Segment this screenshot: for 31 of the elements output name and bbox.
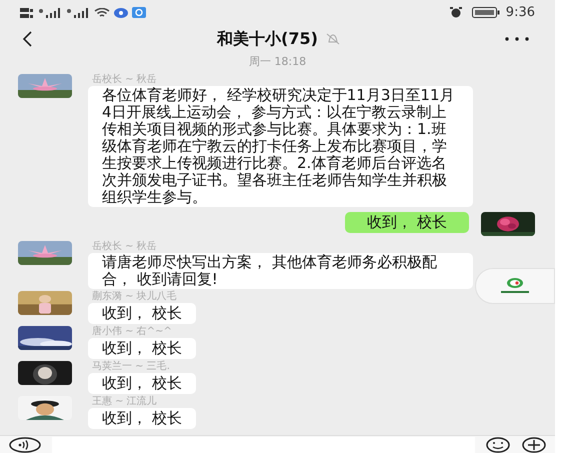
timestamp: 周一 18:18 <box>248 54 306 70</box>
more-icon[interactable] <box>505 36 529 40</box>
plus-icon[interactable] <box>521 436 547 452</box>
message-bubble: 各位体育老师好， 经学校研究决定于11月3日至11月4日开展线上运动会， 参与方式：以在宁教云录制上传相关项目视频的形式参与比赛。具体要求为：1.班级体育老师在宁教云的打卡任务上发布比赛项目，学生按要求上传视频进行比赛。2.体育老师后台评选名次并颁发电子证书。望各班主任老师告知学生并积极组织学生参与。 <box>88 86 473 207</box>
message-bubble: 收到， 校长 <box>88 338 196 359</box>
message-bubble: 请唐老师尽快写出方案， 其他体育老师务必积极配合， 收到请回复! <box>88 253 473 289</box>
sender-name: 唐小伟 ~ 右^~^ <box>92 326 173 337</box>
message-bubble: 收到， 校长 <box>88 373 196 394</box>
sim-icon <box>20 8 34 18</box>
sender-name: 王惠 ~ 江流儿 <box>92 396 158 407</box>
chat-title: 和美十小(75) <box>217 28 318 50</box>
battery-icon <box>472 7 500 18</box>
sender-name: 蒯东漪 ~ 块儿八毛 <box>92 291 178 302</box>
logo-icon[interactable] <box>498 276 532 296</box>
emoji-icon[interactable] <box>485 436 511 452</box>
wifi-icon <box>94 8 110 18</box>
message-bubble: 收到， 校长 <box>88 303 196 324</box>
signal-icon <box>66 8 90 18</box>
sender-name: 马荚兰一 ~ 三毛. <box>92 361 171 372</box>
message-bubble: 收到， 校长 <box>345 212 469 233</box>
app-icon <box>114 8 128 18</box>
clock-time: 9:36 <box>506 4 535 22</box>
message-bubble: 收到， 校长 <box>88 408 196 429</box>
sender-name: 岳校长 ~ 秋岳 <box>92 74 158 85</box>
signal-icon <box>38 8 62 18</box>
message-input[interactable] <box>52 436 475 452</box>
app-icon <box>132 7 146 18</box>
voice-icon[interactable] <box>8 436 42 452</box>
alarm-icon <box>450 7 462 18</box>
back-icon[interactable] <box>22 30 32 46</box>
sender-name: 岳校长 ~ 秋岳 <box>92 241 158 252</box>
